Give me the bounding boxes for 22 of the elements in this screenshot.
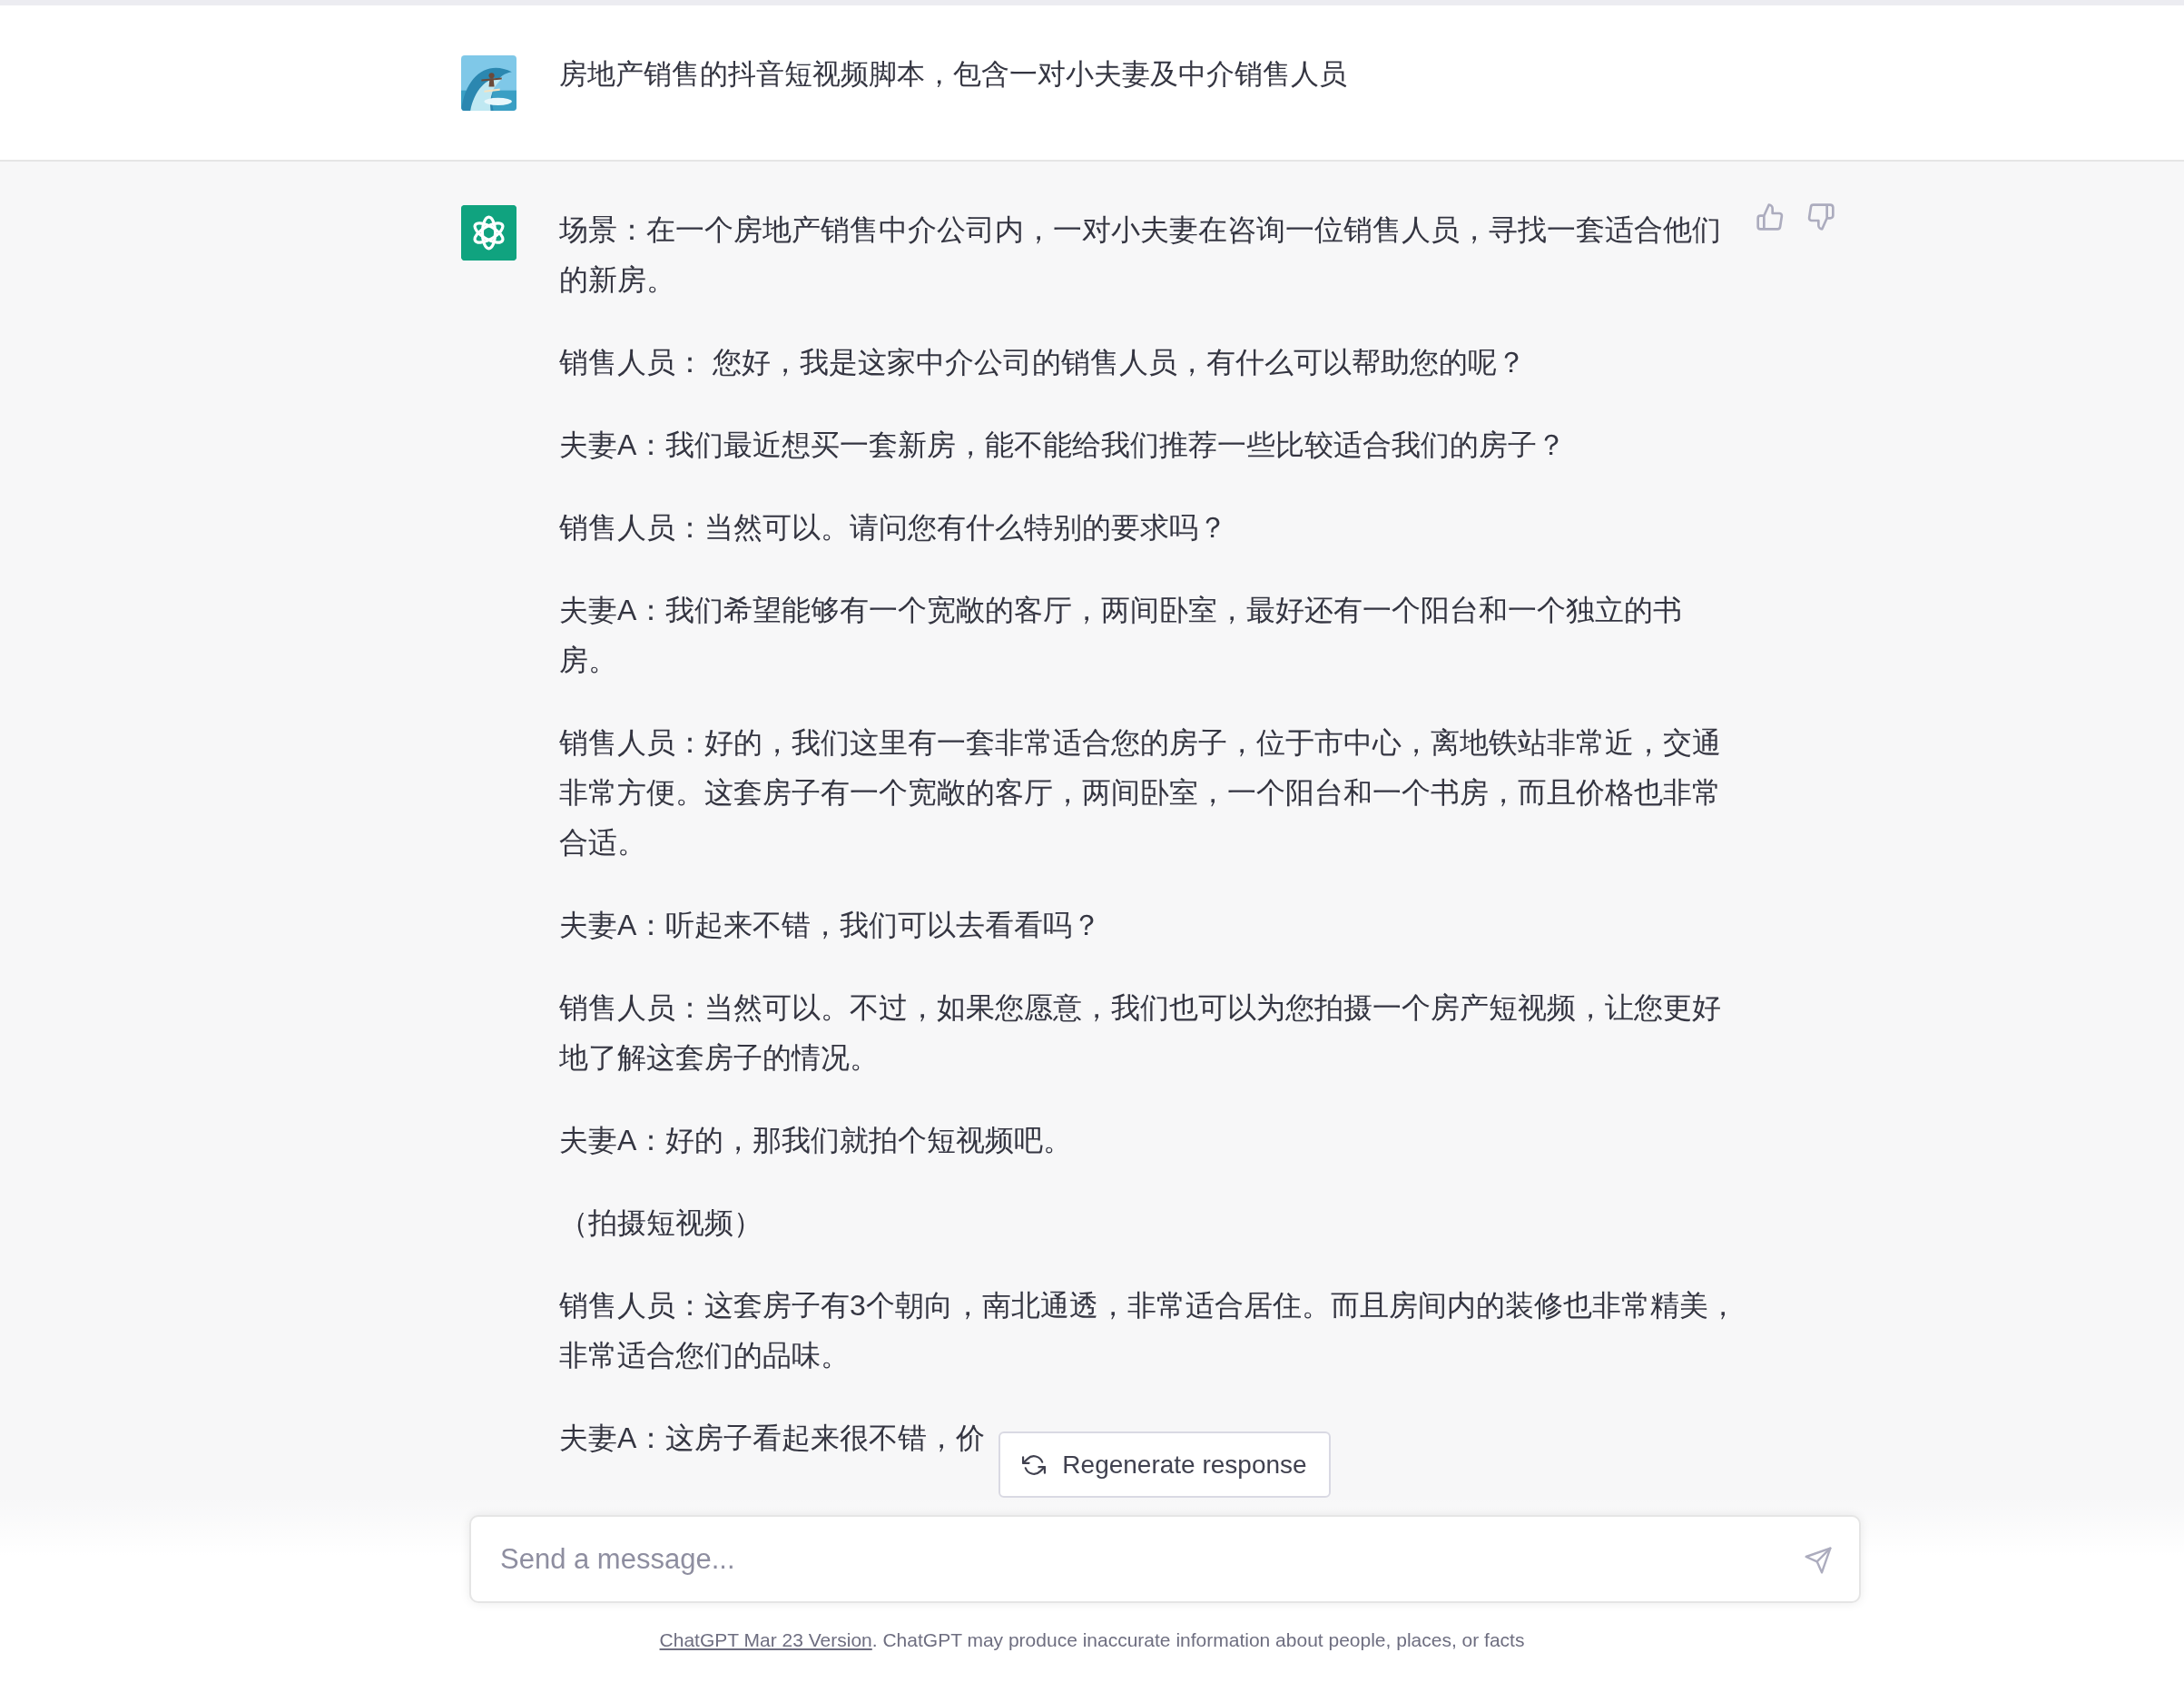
message-paragraph: 夫妻A：我们最近想买一套新房，能不能给我们推荐一些比较适合我们的房子？ (559, 428, 1567, 463)
message-input[interactable]: Send a message... (469, 1515, 1861, 1603)
message-paragraph: 夫妻A：这房子看起来很不错，价 (559, 1421, 986, 1456)
message-paragraph: 销售人员：这套房子有3个朝向，南北通透，非常适合居住。而且房间内的装修也非常精美，非常适合您们的品味。 (559, 1288, 1738, 1373)
thumbs-down-icon[interactable] (1806, 202, 1835, 231)
message-paragraph: 销售人员：当然可以。不过，如果您愿意，我们也可以为您拍摄一个房产短视频，让您更好地了解这套房子的情况。 (559, 990, 1722, 1076)
message-paragraph: 销售人员：当然可以。请问您有什么特别的要求吗？ (559, 510, 1227, 546)
message-paragraph: （拍摄短视频） (559, 1205, 762, 1241)
message-paragraph: 夫妻A：听起来不错，我们可以去看看吗？ (559, 908, 1102, 943)
version-link[interactable]: ChatGPT Mar 23 Version (659, 1629, 872, 1650)
thumbs-up-icon[interactable] (1756, 202, 1785, 231)
message-paragraph: 场景：在一个房地产销售中介公司内，一对小夫妻在咨询一位销售人员，寻找一套适合他们的新房。 (559, 212, 1722, 298)
message-paragraph: 销售人员：好的，我们这里有一套非常适合您的房子，位于市中心，离地铁站非常近，交通非常方便。这套房子有一个宽敞的客厅，两间卧室，一个阳台和一个书房，而且价格也非常合适。 (559, 725, 1722, 861)
message-paragraph: 夫妻A：好的，那我们就拍个短视频吧。 (559, 1123, 1073, 1158)
message-paragraph: 夫妻A：我们希望能够有一个宽敞的客厅，两间卧室，最好还有一个阳台和一个独立的书房。 (559, 593, 1684, 678)
send-icon[interactable] (1804, 1546, 1833, 1575)
refresh-icon (1022, 1452, 1047, 1477)
disclaimer-text: ChatGPT Mar 23 Version. ChatGPT may produce inaccurate information about people, places, or facts (659, 1629, 1525, 1650)
assistant-avatar-icon (461, 205, 516, 261)
message-paragraph: 销售人员： 您好，我是这家中介公司的销售人员，有什么可以帮助您的呢？ (559, 345, 1526, 380)
regenerate-button[interactable]: Regenerate response (999, 1431, 1331, 1498)
user-message: 房地产销售的抖音短视频脚本，包含一对小夫妻及中介销售人员 (559, 57, 1347, 92)
